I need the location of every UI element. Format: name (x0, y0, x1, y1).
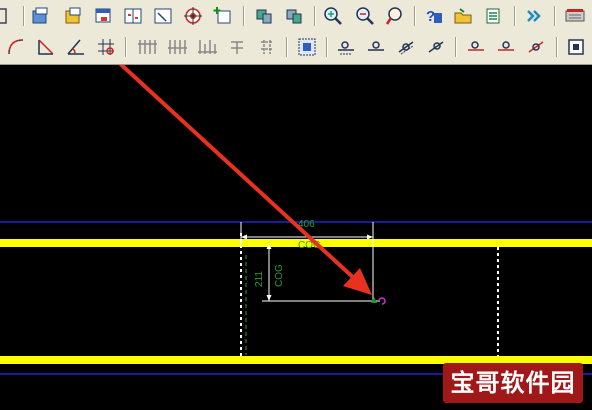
angle-dimension-icon[interactable] (65, 36, 87, 58)
drawing-svg: 406 COG 211 COG (0, 65, 592, 410)
point-diagonal-alt-icon[interactable] (425, 36, 447, 58)
toolbars: ? (0, 0, 592, 65)
grid-lines-alt-icon[interactable] (166, 36, 188, 58)
grid-dashed-icon[interactable] (256, 36, 278, 58)
point-diagonal-icon[interactable] (395, 36, 417, 58)
frame-view-icon[interactable] (152, 5, 174, 27)
watermark-logo: 宝哥软件园 (443, 363, 583, 403)
add-view-icon[interactable] (212, 5, 234, 27)
save-model-icon[interactable] (62, 5, 84, 27)
drawing-canvas[interactable]: 406 COG 211 COG (0, 65, 592, 410)
grid-lines-split-icon[interactable] (196, 36, 218, 58)
point-red-left-icon[interactable] (465, 36, 487, 58)
zoom-in-icon[interactable] (322, 5, 344, 27)
point-left-icon[interactable] (335, 36, 357, 58)
point-red-diagonal-icon[interactable] (525, 36, 547, 58)
point-center-icon[interactable] (365, 36, 387, 58)
dim-vertical-value: 211 (254, 271, 265, 287)
open-folder-icon[interactable] (452, 5, 474, 27)
arc-icon[interactable] (5, 36, 27, 58)
select-box-icon[interactable] (296, 36, 318, 58)
toolbar-bottom (0, 33, 592, 63)
point-red-center-icon[interactable] (495, 36, 517, 58)
forward-icon[interactable] (524, 5, 546, 27)
keyboard-icon[interactable] (564, 5, 586, 27)
reload-right-icon[interactable] (283, 5, 305, 27)
grid-tee-icon[interactable] (226, 36, 248, 58)
target-icon[interactable] (182, 5, 204, 27)
cog-label-vertical: COG (274, 264, 285, 287)
svg-text:?: ? (426, 8, 435, 25)
window-icon[interactable] (92, 5, 114, 27)
watermark-text: 宝哥软件园 (450, 369, 576, 397)
settings-box-icon[interactable] (565, 36, 587, 58)
split-view-icon[interactable] (122, 5, 144, 27)
toolbar-stub-icon[interactable] (0, 5, 10, 27)
grid-lines-icon[interactable] (136, 36, 158, 58)
list-icon[interactable] (482, 5, 504, 27)
grid-point-icon[interactable] (95, 36, 117, 58)
zoom-out-icon[interactable] (354, 5, 376, 27)
reload-left-icon[interactable] (253, 5, 275, 27)
angle-icon[interactable] (35, 36, 57, 58)
help-icon[interactable]: ? (423, 5, 445, 27)
toolbar-top: ? (0, 2, 592, 32)
open-model-icon[interactable] (29, 5, 51, 27)
top-beam[interactable] (0, 239, 592, 247)
zoom-window-icon[interactable] (384, 5, 406, 27)
